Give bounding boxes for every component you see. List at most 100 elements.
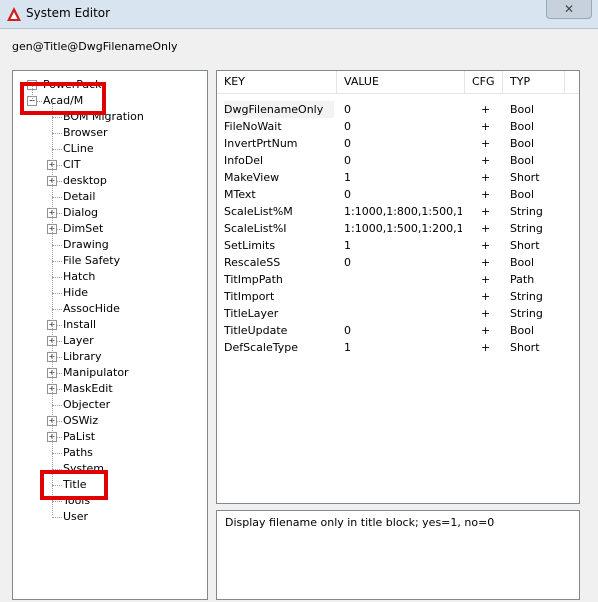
tree-view[interactable]: − PowerPack − Acad/M BOM Migration Browser CLi…	[12, 70, 208, 600]
table-row[interactable]: SetLimits 1 + Short	[217, 237, 579, 254]
key-cell: DefScaleType	[224, 341, 298, 354]
key-cell: RescaleSS	[224, 256, 281, 269]
value-cell: 0	[344, 256, 351, 269]
tree-item-hatch[interactable]: Hatch	[13, 269, 207, 285]
cfg-cell: +	[481, 120, 491, 133]
table-row[interactable]: TitleLayer + String	[217, 305, 579, 322]
value-cell: 1:1000,1:800,1:500,1...	[344, 205, 462, 218]
tree-connector	[52, 517, 62, 518]
tree-item-file-safety[interactable]: File Safety	[13, 253, 207, 269]
tree-item-user[interactable]: User	[13, 509, 207, 525]
tree-item-label: OSWiz	[63, 414, 99, 427]
table-row[interactable]: InfoDel 0 + Bool	[217, 152, 579, 169]
tree-connector	[52, 293, 62, 294]
cfg-cell: +	[481, 290, 491, 303]
table-row[interactable]: TitImpPath + Path	[217, 271, 579, 288]
tree-item-powerpack[interactable]: − PowerPack	[13, 77, 207, 93]
tree-connector	[52, 485, 62, 486]
table-row[interactable]: DwgFilenameOnly 0 + Bool	[217, 101, 579, 118]
table-row[interactable]: MakeView 1 + Short	[217, 169, 579, 186]
type-cell: Bool	[510, 256, 535, 269]
tree-connector	[52, 117, 62, 118]
table-row[interactable]: FileNoWait 0 + Bool	[217, 118, 579, 135]
tree-item-dialog[interactable]: + Dialog	[13, 205, 207, 221]
tree-item-install[interactable]: + Install	[13, 317, 207, 333]
tree-item-desktop[interactable]: + desktop	[13, 173, 207, 189]
value-cell	[344, 271, 462, 288]
column-header-typ[interactable]: TYP	[503, 71, 565, 93]
tree-item-dimset[interactable]: + DimSet	[13, 221, 207, 237]
title-bar: System Editor ✕	[0, 0, 598, 29]
table-row[interactable]: TitImport + String	[217, 288, 579, 305]
key-cell: TitImport	[224, 290, 275, 303]
tree-item-bom-migration[interactable]: BOM Migration	[13, 109, 207, 125]
tree-item-cit[interactable]: + CIT	[13, 157, 207, 173]
tree-item-objecter[interactable]: Objecter	[13, 397, 207, 413]
table-row[interactable]: ScaleList%I 1:1000,1:500,1:200,1... + Strin…	[217, 220, 579, 237]
table-row[interactable]: MText 0 + Bool	[217, 186, 579, 203]
tree-item-maskedit[interactable]: + MaskEdit	[13, 381, 207, 397]
tree-item-title[interactable]: Title	[13, 477, 207, 493]
type-cell: Bool	[510, 324, 535, 337]
type-cell: Short	[510, 341, 540, 354]
key-cell: TitleUpdate	[224, 324, 288, 337]
value-cell: 0	[344, 188, 351, 201]
tree-connector	[52, 501, 62, 502]
tree-item-layer[interactable]: + Layer	[13, 333, 207, 349]
cfg-cell: +	[481, 307, 491, 320]
tree-item-tools[interactable]: Tools	[13, 493, 207, 509]
tree-item-label: User	[63, 510, 89, 523]
tree-item-label: Browser	[63, 126, 108, 139]
type-cell: Bool	[510, 188, 535, 201]
column-header-cfg[interactable]: CFG	[465, 71, 503, 93]
tree-item-assochide[interactable]: AssocHide	[13, 301, 207, 317]
tree-item-manipulator[interactable]: + Manipulator	[13, 365, 207, 381]
tree-item-paths[interactable]: Paths	[13, 445, 207, 461]
key-cell: ScaleList%M	[224, 205, 293, 218]
tree-item-label: PowerPack	[43, 78, 102, 91]
tree-item-label: Tools	[63, 494, 91, 507]
tree-item-label: CLine	[63, 142, 94, 155]
table-row[interactable]: InvertPrtNum 0 + Bool	[217, 135, 579, 152]
value-cell	[344, 305, 462, 322]
key-cell: ScaleList%I	[224, 222, 287, 235]
tree-item-browser[interactable]: Browser	[13, 125, 207, 141]
table-row[interactable]: TitleUpdate 0 + Bool	[217, 322, 579, 339]
value-cell	[344, 288, 462, 305]
tree-item-cline[interactable]: CLine	[13, 141, 207, 157]
close-button[interactable]: ✕	[546, 0, 592, 19]
table-row[interactable]: ScaleList%M 1:1000,1:800,1:500,1... + Strin…	[217, 203, 579, 220]
value-cell: 0	[344, 120, 351, 133]
type-cell: String	[510, 222, 543, 235]
type-cell: Path	[510, 273, 535, 286]
column-header-key[interactable]: KEY	[217, 71, 337, 93]
tree-item-drawing[interactable]: Drawing	[13, 237, 207, 253]
tree-item-system[interactable]: System	[13, 461, 207, 477]
tree-connector	[52, 453, 62, 454]
tree-guide-line	[32, 85, 33, 101]
tree-item-label: MaskEdit	[63, 382, 113, 395]
type-cell: Bool	[510, 154, 535, 167]
tree-item-oswiz[interactable]: + OSWiz	[13, 413, 207, 429]
table-row[interactable]: DefScaleType 1 + Short	[217, 339, 579, 356]
tree-item-label: Hide	[63, 286, 89, 299]
value-cell: 1	[344, 239, 351, 252]
tree-connector	[52, 309, 62, 310]
tree-item-acad-m[interactable]: − Acad/M	[13, 93, 207, 109]
tree-item-label: Title	[63, 478, 87, 491]
table-row[interactable]: RescaleSS 0 + Bool	[217, 254, 579, 271]
tree-connector	[52, 405, 62, 406]
tree-item-library[interactable]: + Library	[13, 349, 207, 365]
tree-connector	[52, 469, 62, 470]
tree-item-label: File Safety	[63, 254, 121, 267]
key-cell: MakeView	[224, 171, 280, 184]
type-cell: String	[510, 290, 543, 303]
cfg-cell: +	[481, 273, 491, 286]
key-cell: SetLimits	[224, 239, 276, 252]
column-header-value[interactable]: VALUE	[337, 71, 465, 93]
tree-item-detail[interactable]: Detail	[13, 189, 207, 205]
tree-item-label: Layer	[63, 334, 94, 347]
tree-item-label: Paths	[63, 446, 93, 459]
tree-item-palist[interactable]: + PaList	[13, 429, 207, 445]
tree-item-hide[interactable]: Hide	[13, 285, 207, 301]
